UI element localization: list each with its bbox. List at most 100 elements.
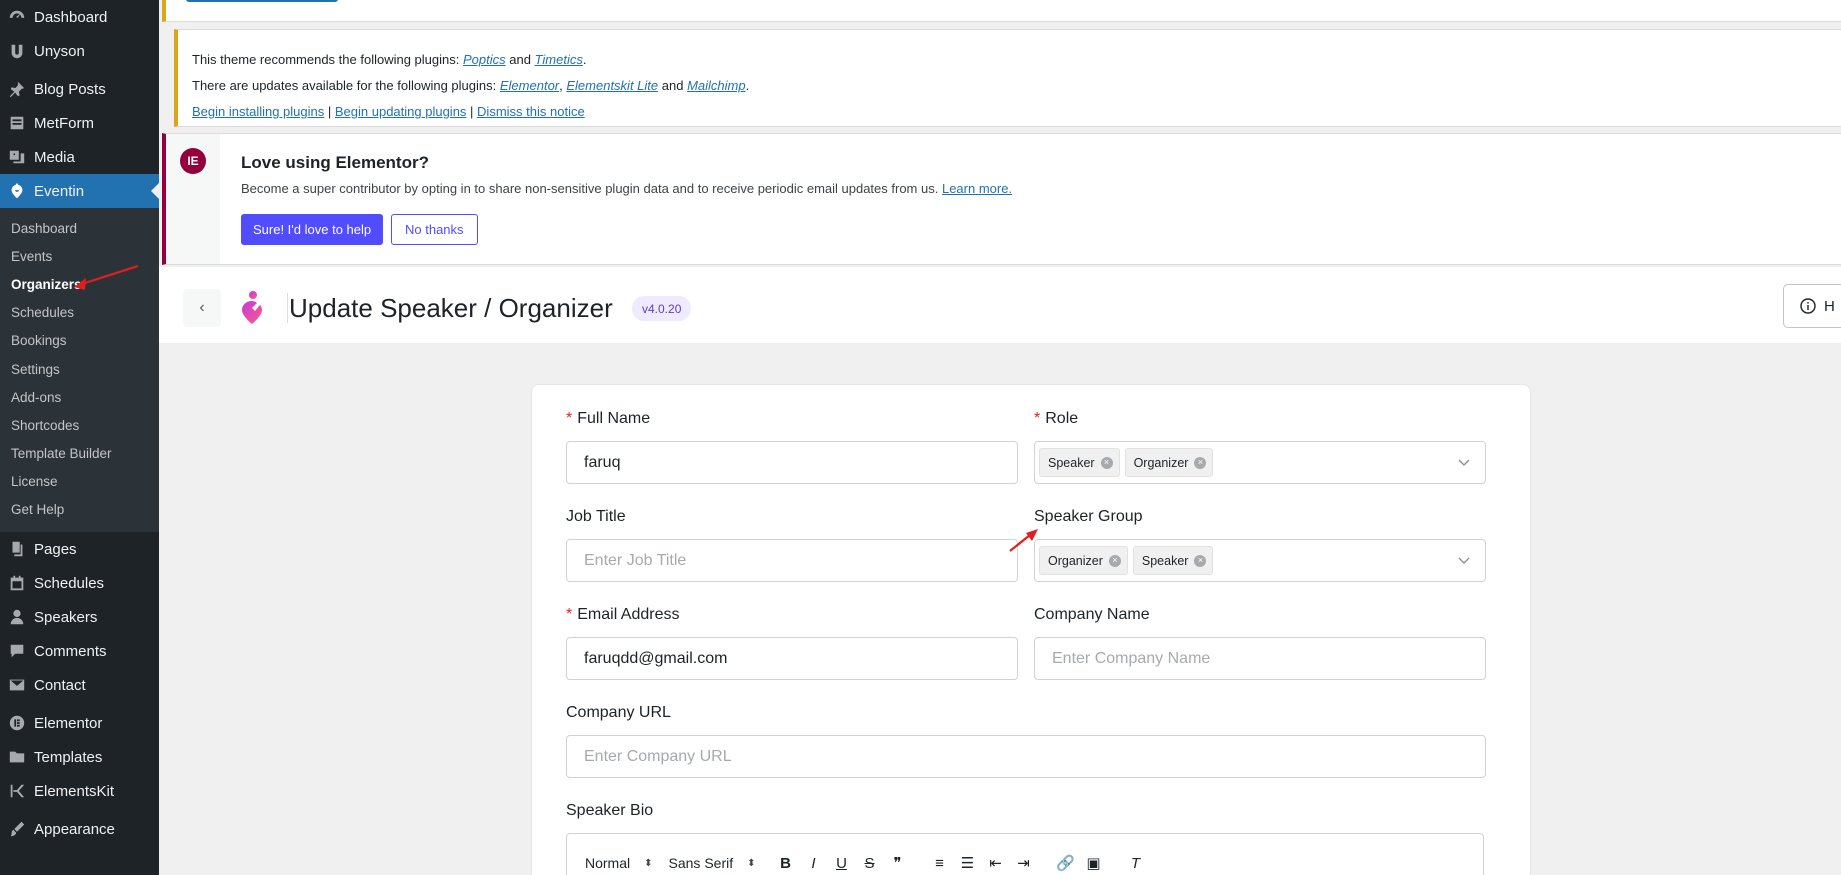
recommend-text: This theme recommends the following plug…	[192, 52, 460, 67]
role-tag: Speaker ×	[1039, 448, 1120, 477]
email-input[interactable]: faruqdd@gmail.com	[566, 637, 1018, 680]
speaker-bio-label: Speaker Bio	[566, 802, 654, 819]
bullet-list-icon[interactable]: ☰	[954, 854, 982, 872]
eventin-brand-icon	[242, 291, 262, 324]
bio-editor-toolbar: Normal ⬍ Sans Serif ⬍ B I U S ❞ ≡ ☰ ⇤ ⇥ 🔗 …	[566, 833, 1484, 875]
menu-contact[interactable]: Contact	[0, 668, 159, 702]
job-title-input[interactable]: Enter Job Title	[566, 539, 1018, 582]
page-title: Update Speaker / Organizer	[289, 293, 613, 323]
role-select[interactable]: Speaker × Organizer ×	[1034, 441, 1486, 484]
remove-tag-icon[interactable]: ×	[1100, 456, 1113, 469]
submenu-get-help[interactable]: Get Help	[0, 496, 159, 524]
link-icon[interactable]: 🔗	[1052, 854, 1080, 872]
help-button[interactable]: H	[1783, 284, 1841, 328]
quote-icon[interactable]: ❞	[884, 854, 912, 872]
company-name-label: Company Name	[1034, 606, 1150, 623]
underline-icon[interactable]: U	[828, 855, 856, 872]
font-select[interactable]: Sans Serif ⬍	[669, 855, 756, 871]
menu-speakers[interactable]: Speakers	[0, 600, 159, 634]
no-thanks-button[interactable]: No thanks	[391, 214, 478, 245]
image-icon[interactable]: ▣	[1080, 854, 1108, 872]
plugin-link-poptics[interactable]: Poptics	[463, 52, 506, 67]
menu-label: Pages	[34, 540, 77, 558]
speaker-form-card: * Full Name faruq * Role Speaker × Organize…	[531, 384, 1531, 875]
strike-icon[interactable]: S	[856, 855, 884, 872]
menu-templates[interactable]: Templates	[0, 740, 159, 774]
full-name-label: * Full Name	[566, 410, 650, 428]
mail-icon	[0, 676, 34, 694]
submenu-add-ons[interactable]: Add-ons	[0, 383, 159, 411]
notice-action-button[interactable]	[186, 0, 338, 2]
recommend-line: This theme recommends the following plug…	[192, 52, 587, 67]
remove-tag-icon[interactable]: ×	[1194, 456, 1207, 469]
remove-tag-icon[interactable]: ×	[1108, 554, 1121, 567]
submenu-dashboard[interactable]: Dashboard	[0, 214, 159, 242]
menu-elementskit[interactable]: ElementsKit	[0, 774, 159, 808]
begin-installing-link[interactable]: Begin installing plugins	[192, 104, 324, 119]
menu-label: MetForm	[34, 114, 94, 132]
plugin-link-mailchimp[interactable]: Mailchimp	[687, 78, 746, 93]
menu-label: Media	[34, 148, 75, 166]
menu-eventin[interactable]: Eventin	[0, 174, 159, 208]
remove-tag-icon[interactable]: ×	[1194, 554, 1207, 567]
calendar-icon	[0, 574, 34, 592]
menu-metform[interactable]: MetForm	[0, 106, 159, 140]
back-button[interactable]: ‹	[183, 289, 221, 327]
menu-pages[interactable]: Pages	[0, 532, 159, 566]
submenu-events[interactable]: Events	[0, 242, 159, 270]
pin-icon	[0, 80, 34, 98]
menu-dashboard[interactable]: Dashboard	[0, 0, 159, 34]
menu-elementor[interactable]: Elementor	[0, 706, 159, 740]
menu-unyson[interactable]: Unyson	[0, 34, 159, 68]
begin-updating-link[interactable]: Begin updating plugins	[335, 104, 467, 119]
outdent-icon[interactable]: ⇤	[982, 854, 1010, 872]
menu-label: Contact	[34, 676, 86, 694]
company-name-input[interactable]: Enter Company Name	[1034, 637, 1486, 680]
info-icon	[1800, 298, 1816, 314]
menu-blog-posts[interactable]: Blog Posts	[0, 72, 159, 106]
notice-actions: Begin installing plugins | Begin updatin…	[192, 104, 585, 119]
menu-media[interactable]: Media	[0, 140, 159, 174]
menu-schedules[interactable]: Schedules	[0, 566, 159, 600]
submenu-bookings[interactable]: Bookings	[0, 327, 159, 355]
submenu-schedules[interactable]: Schedules	[0, 299, 159, 327]
bold-icon[interactable]: B	[772, 855, 800, 872]
indent-icon[interactable]: ⇥	[1010, 854, 1038, 872]
learn-more-link[interactable]: Learn more.	[942, 181, 1012, 196]
submenu-organizers[interactable]: Organizers	[0, 270, 159, 298]
eventin-icon	[0, 182, 34, 200]
submenu-settings[interactable]: Settings	[0, 355, 159, 383]
italic-icon[interactable]: I	[800, 855, 828, 872]
menu-label: Unyson	[34, 42, 85, 60]
plugin-link-elementskit[interactable]: Elementskit Lite	[566, 78, 658, 93]
company-url-input[interactable]: Enter Company URL	[566, 735, 1486, 778]
full-name-input[interactable]: faruq	[566, 441, 1018, 484]
submenu-template-builder[interactable]: Template Builder	[0, 440, 159, 468]
plugin-link-elementor[interactable]: Elementor	[500, 78, 559, 93]
speaker-group-select[interactable]: Organizer × Speaker ×	[1034, 539, 1486, 582]
notice-body: Become a super contributor by opting in …	[241, 181, 939, 196]
elementor-notice: IE Love using Elementor? Become a super …	[162, 133, 1841, 265]
plugin-notice: This theme recommends the following plug…	[174, 29, 1841, 127]
heading-select[interactable]: Normal ⬍	[585, 855, 653, 871]
submenu-license[interactable]: License	[0, 468, 159, 496]
unyson-icon	[0, 42, 34, 60]
menu-label: Schedules	[34, 574, 105, 592]
menu-appearance[interactable]: Appearance	[0, 812, 159, 846]
ordered-list-icon[interactable]: ≡	[926, 855, 954, 872]
submenu-shortcodes[interactable]: Shortcodes	[0, 411, 159, 439]
menu-comments[interactable]: Comments	[0, 634, 159, 668]
plugin-link-timetics[interactable]: Timetics	[535, 52, 583, 67]
opt-in-button[interactable]: Sure! I'd love to help	[241, 214, 384, 245]
menu-label: Comments	[34, 642, 107, 660]
clear-format-icon[interactable]: T	[1122, 855, 1150, 872]
dismiss-notice-link[interactable]: Dismiss this notice	[477, 104, 585, 119]
media-icon	[0, 148, 34, 166]
update-line: There are updates available for the foll…	[192, 78, 750, 93]
form-icon	[0, 114, 34, 132]
required-mark: *	[1034, 410, 1041, 427]
eventin-submenu: Dashboard Events Organizers Schedules Bo…	[0, 208, 159, 533]
menu-label: Templates	[34, 748, 103, 766]
menu-label: Speakers	[34, 608, 98, 626]
speaker-group-label: Speaker Group	[1034, 508, 1143, 525]
